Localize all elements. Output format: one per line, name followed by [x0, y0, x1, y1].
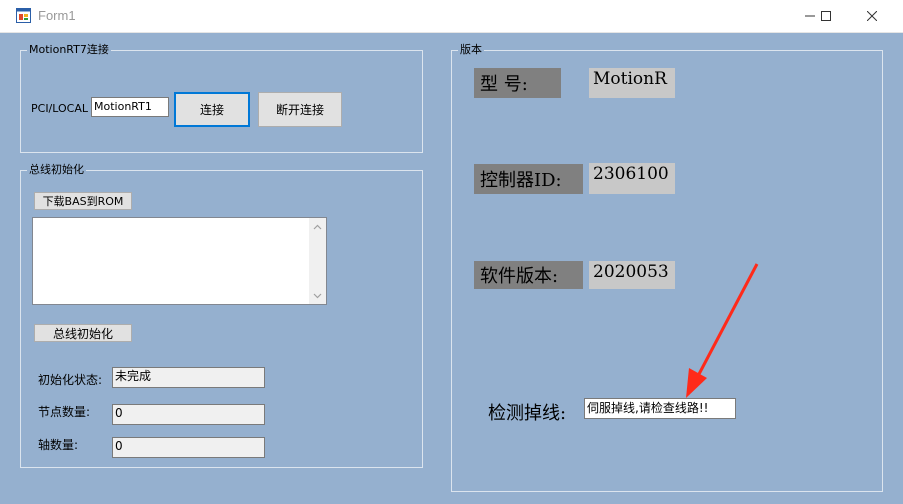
axis-count-field: 0: [112, 437, 265, 458]
address-input[interactable]: MotionRT1: [91, 97, 169, 117]
maximize-icon: [821, 11, 831, 21]
model-value: MotionR: [589, 68, 675, 98]
init-status-label: 初始化状态:: [38, 373, 103, 387]
bus-init-button[interactable]: 总线初始化: [34, 324, 132, 342]
main-window: Form1 MotionRT7连接 PCI/LOCAL MotionRT1 连接…: [0, 0, 903, 504]
connect-button[interactable]: 连接: [174, 92, 250, 127]
close-icon: [867, 11, 877, 21]
window-title: Form1: [38, 8, 76, 23]
disconnect-detect-label: 检测掉线:: [488, 403, 567, 424]
disconnect-button[interactable]: 断开连接: [258, 92, 342, 127]
title-bar: Form1: [0, 0, 903, 33]
init-status-field: 未完成: [112, 367, 265, 388]
version-group-legend: 版本: [458, 42, 484, 58]
close-button[interactable]: [849, 0, 895, 32]
disconnect-detect-field: 伺服掉线,请检查线路!!: [584, 398, 736, 419]
controller-id-label: 控制器ID:: [474, 164, 583, 194]
connection-group: MotionRT7连接 PCI/LOCAL MotionRT1 连接 断开连接: [20, 42, 423, 153]
bus-init-group: 总线初始化 下载BAS到ROM 总线初始化 初始化状态: 未完成 节点数量: 0: [20, 162, 423, 468]
chevron-up-icon: [313, 224, 322, 229]
software-version-label: 软件版本:: [474, 261, 583, 289]
axis-count-label: 轴数量:: [38, 438, 79, 452]
scroll-up-arrow[interactable]: [309, 218, 326, 235]
software-version-value: 2020053: [589, 261, 675, 289]
chevron-down-icon: [313, 293, 322, 298]
model-label: 型 号:: [474, 68, 561, 98]
log-listbox[interactable]: [32, 217, 327, 305]
app-icon: [16, 8, 31, 23]
log-scrollbar[interactable]: [309, 218, 326, 304]
pci-local-label: PCI/LOCAL: [31, 102, 88, 115]
node-count-label: 节点数量:: [38, 405, 91, 419]
download-bas-button[interactable]: 下载BAS到ROM: [34, 192, 132, 210]
scroll-down-arrow[interactable]: [309, 287, 326, 304]
maximize-button[interactable]: [803, 0, 849, 32]
node-count-field: 0: [112, 404, 265, 425]
controller-id-value: 2306100: [589, 163, 675, 194]
version-group: 版本 型 号: MotionR 控制器ID: 2306100 软件版本: 202…: [451, 42, 883, 492]
bus-init-group-legend: 总线初始化: [27, 162, 86, 178]
connection-group-legend: MotionRT7连接: [27, 42, 111, 58]
